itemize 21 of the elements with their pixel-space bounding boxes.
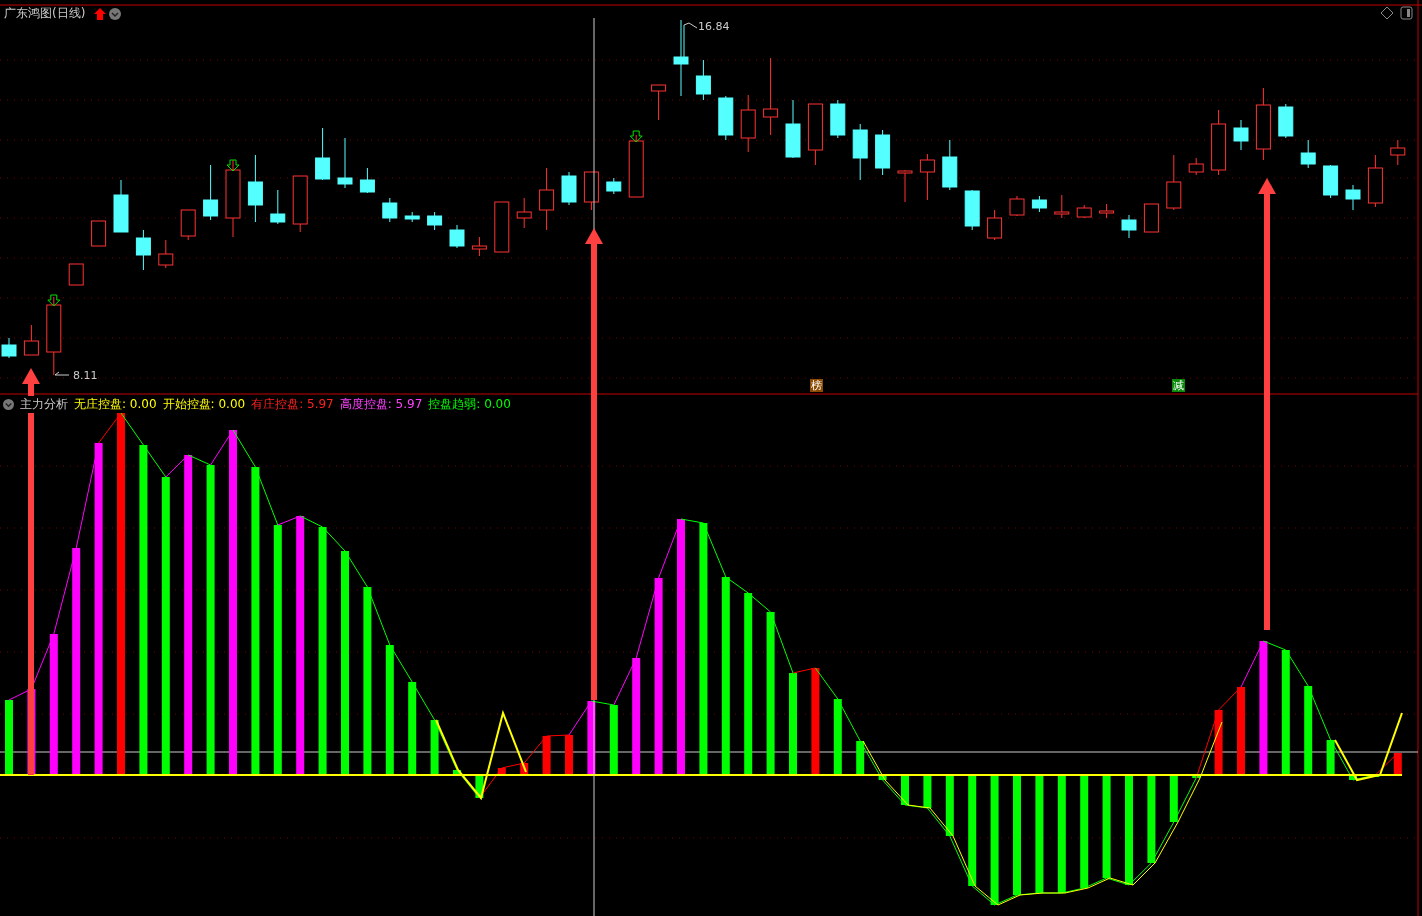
indicator-value: 无庄控盘: 0.00 — [74, 396, 157, 413]
diamond-icon — [1380, 6, 1394, 20]
indicator-value: 有庄控盘: 5.97 — [251, 396, 334, 413]
signal-badge: 减 — [1172, 379, 1185, 392]
chevron-down-icon[interactable] — [3, 399, 14, 410]
price-leader-line — [683, 22, 698, 58]
up-arrow-icon — [94, 7, 107, 20]
indicator-value: 高度控盘: 5.97 — [339, 396, 423, 413]
down-arrow-icon — [226, 159, 240, 172]
signal-badge: 榜 — [810, 379, 823, 392]
window-title: 广东鸿图(日线) — [4, 5, 86, 22]
indicator-value: 开始控盘: 0.00 — [162, 396, 246, 413]
chevron-down-icon[interactable] — [109, 7, 122, 20]
indicator-name: 主力分析 — [20, 396, 68, 413]
panel-icon — [1400, 6, 1413, 20]
price-label: 16.84 — [698, 20, 730, 33]
price-label: 8.11 — [73, 369, 98, 382]
down-arrow-icon — [47, 294, 61, 307]
price-leader-line — [54, 371, 70, 376]
indicator-value: 控盘趋弱: 0.00 — [428, 396, 511, 413]
down-arrow-icon — [629, 130, 643, 143]
